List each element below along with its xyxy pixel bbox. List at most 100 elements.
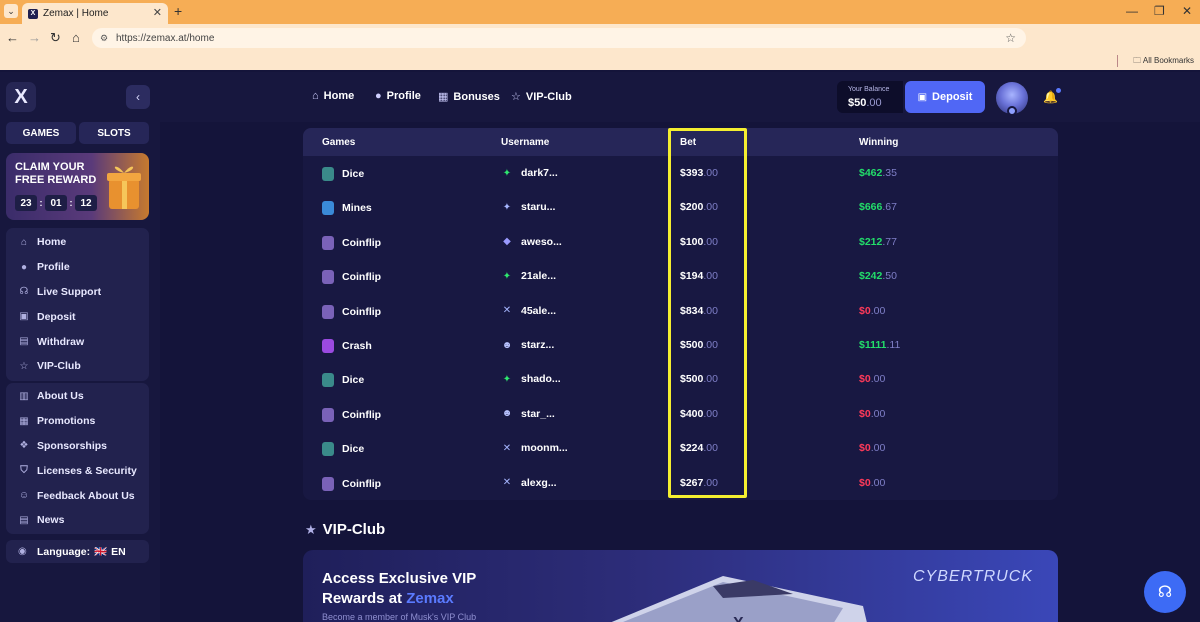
bet-cell: $500.00 [680, 339, 718, 351]
sidebar-item-profile[interactable]: ● Profile [6, 255, 149, 280]
sidebar-item-sponsorships[interactable]: ❖ Sponsorships [6, 434, 149, 459]
game-icon [322, 339, 334, 353]
minimize-icon[interactable]: — [1126, 4, 1138, 18]
sidebar-item-feedback[interactable]: ☺ Feedback About Us [6, 483, 149, 508]
game-cell[interactable]: Coinflip [322, 407, 381, 422]
username-cell[interactable]: ✕ 45ale... [501, 305, 556, 317]
winning-cell: $0.00 [859, 373, 885, 385]
game-cell[interactable]: Dice [322, 167, 364, 181]
win-dec: .00 [870, 407, 886, 420]
topnav-vip-club[interactable]: ☆ VIP-Club [511, 90, 572, 104]
game-cell[interactable]: Dice [322, 442, 364, 457]
game-name: Crash [342, 340, 372, 352]
win-dec: .35 [882, 167, 897, 179]
username-cell[interactable]: ✕ moonm... [501, 442, 568, 454]
wallet-icon: ▣ [19, 311, 29, 323]
sidebar-item-promotions[interactable]: ▦ Promotions [6, 409, 149, 434]
tab-search-button[interactable]: ⌄ [4, 4, 18, 18]
winning-cell: $462.35 [859, 167, 897, 179]
live-support-button[interactable]: ☊ [1144, 571, 1186, 613]
bet-dec: .00 [703, 235, 718, 248]
game-cell[interactable]: Coinflip [322, 235, 381, 250]
username-cell[interactable]: ◆ aweso... [501, 236, 562, 248]
timer-separator: : [69, 198, 73, 208]
bet-dec: .00 [703, 339, 718, 351]
sidebar-item-news[interactable]: ▤ News [6, 508, 149, 533]
username: shado... [521, 373, 561, 386]
username-cell[interactable]: ✦ 21ale... [501, 270, 556, 282]
slots-button[interactable]: SLOTS [79, 122, 149, 144]
sidebar-item-withdraw[interactable]: ▤ Withdraw [6, 329, 149, 354]
sidebar-item-deposit[interactable]: ▣ Deposit [6, 304, 149, 329]
username-cell[interactable]: ✦ staru... [501, 201, 556, 213]
collapse-sidebar-button[interactable]: ‹ [126, 85, 150, 109]
bookmark-star-icon[interactable]: ☆ [1005, 31, 1016, 45]
username-cell[interactable]: ✕ alexg... [501, 477, 557, 489]
sidebar: X ‹ GAMES SLOTS CLAIM YOUR FREE REWARD 2… [0, 72, 160, 622]
bet-cell: $834.00 [680, 305, 718, 317]
username: starz... [521, 339, 555, 351]
winning-cell: $0.00 [859, 305, 885, 317]
bet-int: $500 [680, 373, 704, 386]
win-int: $0 [859, 442, 871, 455]
claim-reward-banner[interactable]: CLAIM YOUR FREE REWARD 23 : 01 : 12 [6, 153, 149, 220]
game-cell[interactable]: Coinflip [322, 476, 381, 491]
game-icon [322, 373, 334, 388]
user-rank-icon: ✕ [502, 442, 512, 454]
username-cell[interactable]: ☻ starz... [501, 339, 555, 351]
sidebar-item-label: Feedback About Us [37, 489, 135, 502]
all-bookmarks-button[interactable]: 🗀 All Bookmarks [1133, 55, 1194, 69]
win-int: $462 [859, 167, 883, 179]
home-icon[interactable]: ⌂ [72, 30, 80, 45]
topnav-profile[interactable]: ● Profile [375, 90, 421, 102]
browser-tab[interactable]: X Zemax | Home ✕ [22, 3, 168, 24]
username-cell[interactable]: ☻ star_... [501, 408, 555, 420]
sidebar-item-licenses-security[interactable]: ⛉ Licenses & Security [6, 458, 149, 483]
back-arrow-icon[interactable]: ← [6, 30, 19, 45]
url-input[interactable]: ⚙ https://zemax.at/home ☆ [92, 28, 1026, 48]
vip-banner-line2: Rewards at Zemax [322, 589, 476, 609]
sidebar-item-label: Live Support [37, 285, 102, 298]
column-header-bet: Bet [680, 137, 697, 148]
sidebar-item-live-support[interactable]: ☊ Live Support [6, 280, 149, 305]
game-cell[interactable]: Coinflip [322, 270, 381, 285]
bet-int: $400 [680, 407, 704, 420]
window-close-icon[interactable]: ✕ [1182, 4, 1192, 18]
topnav-bonuses[interactable]: ▦ Bonuses [438, 90, 500, 104]
username-cell[interactable]: ✦ shado... [501, 373, 561, 385]
sidebar-item-about-us[interactable]: ▥ About Us [6, 384, 149, 409]
url-text: https://zemax.at/home [116, 32, 215, 44]
game-cell[interactable]: Dice [322, 373, 364, 388]
column-header-games: Games [322, 137, 356, 148]
zemax-logo[interactable]: X [6, 82, 36, 112]
vip-banner-line2-pre: Rewards at [322, 590, 407, 607]
game-cell[interactable]: Mines [322, 201, 372, 216]
bet-cell: $393.00 [680, 167, 718, 179]
user-icon: ● [20, 261, 28, 273]
site-info-icon[interactable]: ⚙ [100, 33, 108, 44]
tab-close-icon[interactable]: ✕ [153, 6, 162, 19]
sidebar-item-home[interactable]: ⌂ Home [6, 230, 149, 255]
game-cell[interactable]: Coinflip [322, 304, 381, 319]
deposit-button[interactable]: ▣ Deposit [905, 81, 985, 113]
avatar[interactable] [996, 82, 1028, 116]
topnav-home[interactable]: ⌂ Home [312, 90, 354, 102]
reload-icon[interactable]: ↻ [50, 30, 61, 46]
forward-arrow-icon[interactable]: → [28, 30, 41, 45]
vip-banner[interactable]: Access Exclusive VIP Rewards at Zemax Be… [303, 550, 1058, 622]
winning-cell: $242.50 [859, 270, 897, 282]
username: moonm... [521, 442, 568, 455]
shield-icon: ⛉ [20, 465, 28, 477]
notification-bell-icon[interactable]: 🔔 [1043, 88, 1061, 104]
language-selector[interactable]: ◉ Language: 🇬🇧 EN [6, 540, 149, 563]
game-cell[interactable]: Crash [322, 339, 372, 353]
sidebar-item-vip-club[interactable]: ☆ VIP-Club [6, 354, 149, 379]
games-button[interactable]: GAMES [6, 122, 76, 144]
new-tab-button[interactable]: + [174, 3, 182, 19]
feedback-icon: ☺ [18, 490, 30, 502]
win-dec: .67 [882, 201, 897, 214]
bet-int: $194 [680, 270, 704, 283]
user-rank-icon: ☻ [501, 408, 513, 420]
username-cell[interactable]: ✦ dark7... [501, 167, 558, 179]
restore-icon[interactable]: ❐ [1154, 4, 1165, 18]
